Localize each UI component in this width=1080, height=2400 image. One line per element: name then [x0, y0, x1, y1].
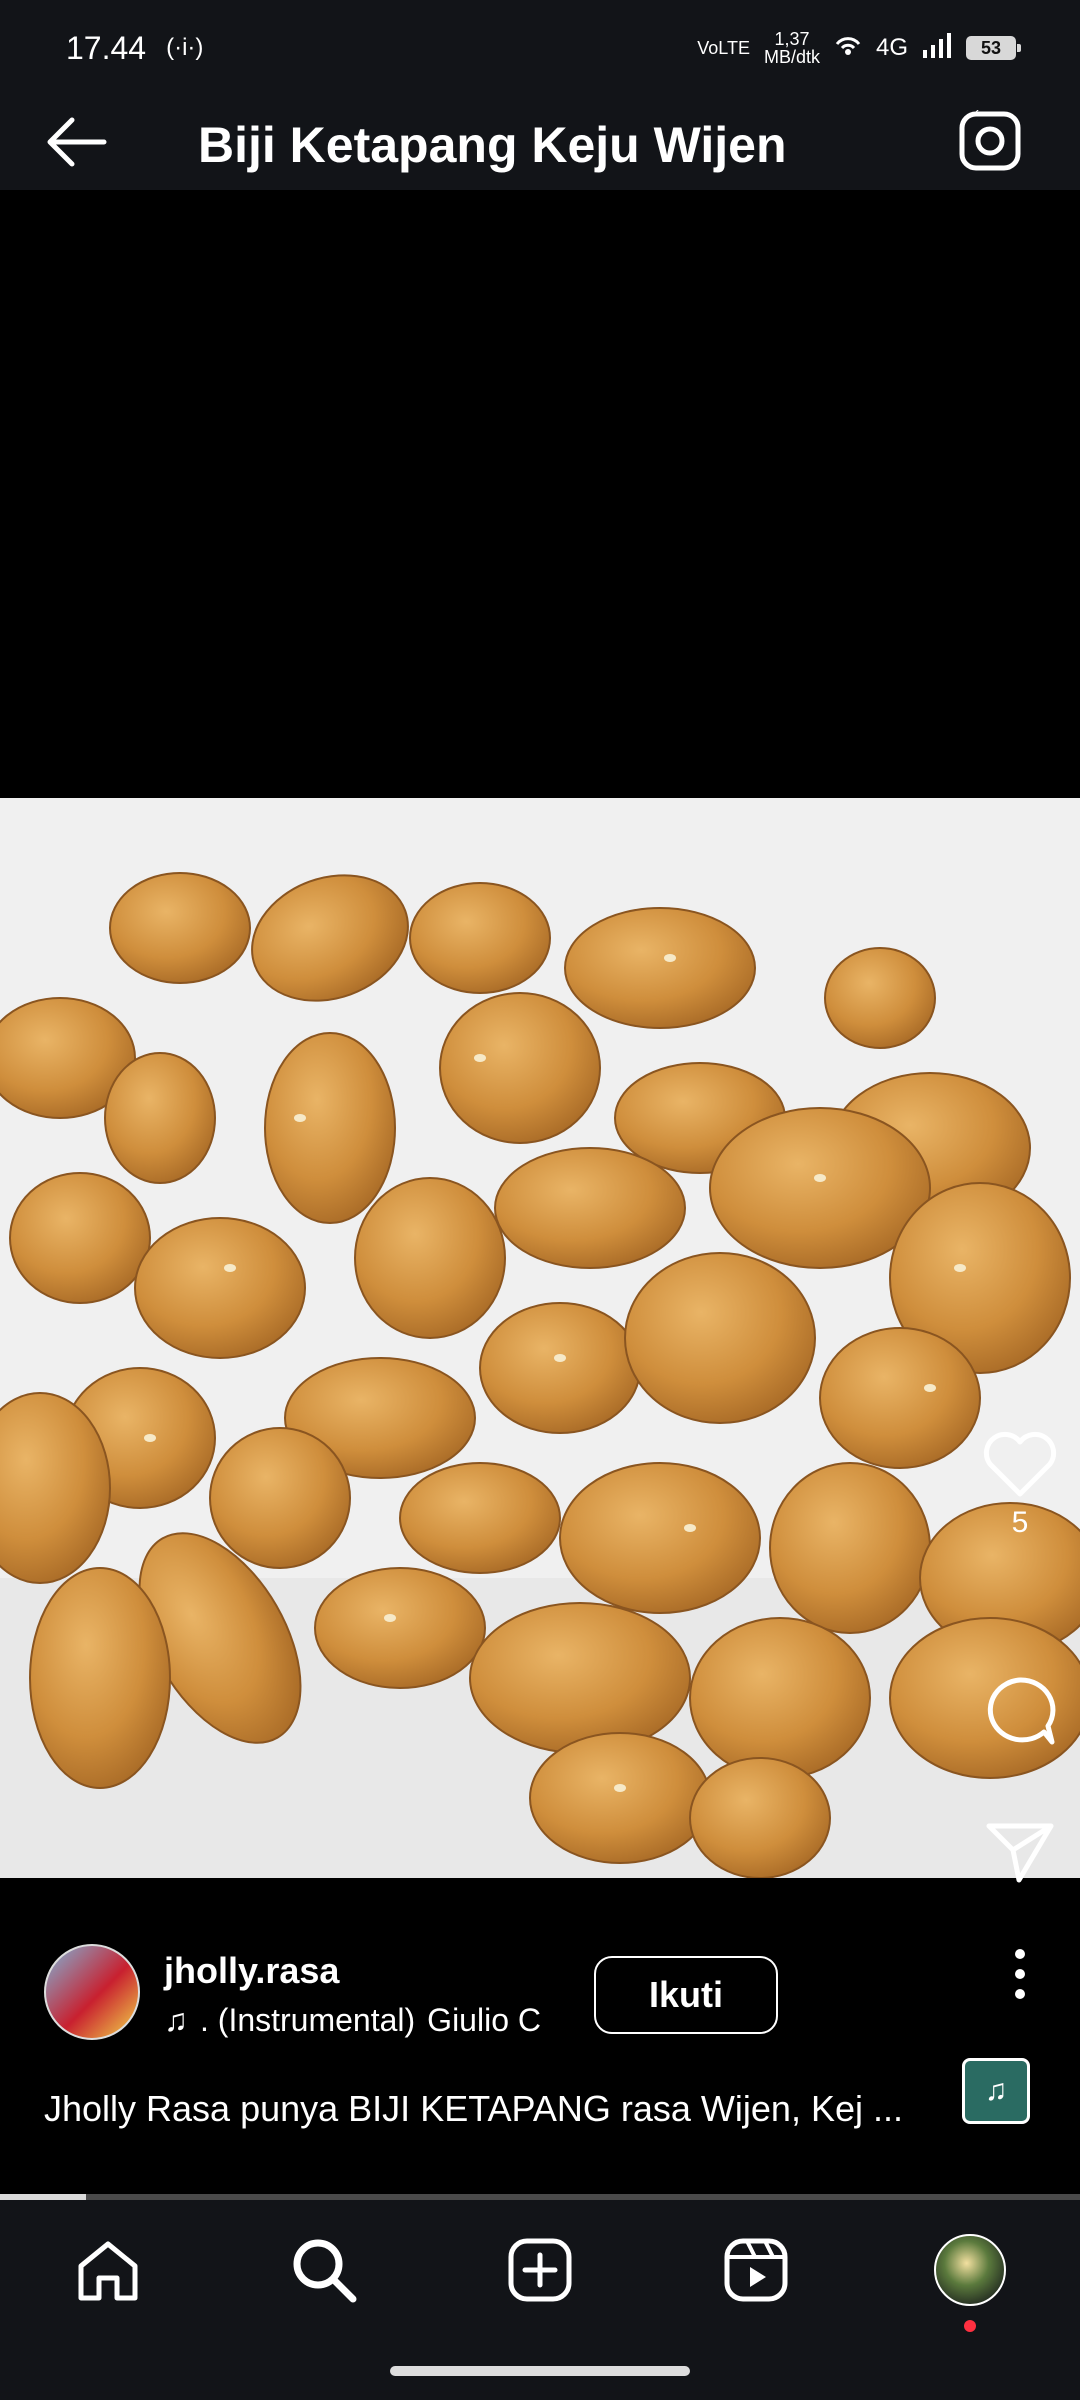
audio-title: . (Instrumental) — [200, 2002, 416, 2038]
creator-avatar[interactable] — [44, 1944, 140, 2040]
audio-info[interactable]: ♫ . (Instrumental) Giulio C — [164, 2002, 614, 2039]
status-bar: 17.44 (·i·) VoLTE 1,37 MB/dtk 4G 53 — [0, 0, 1080, 96]
comment-button[interactable] — [960, 1674, 1080, 1748]
creator-info: jholly.rasa ♫ . (Instrumental) Giulio C … — [44, 1944, 964, 2044]
top-bar: Biji Ketapang Keju Wijen — [0, 96, 1080, 190]
search-icon — [293, 2239, 357, 2303]
profile-avatar — [934, 2234, 1006, 2306]
music-note-icon: ♫ — [164, 2002, 188, 2038]
network-speed: 1,37 MB/dtk — [763, 29, 820, 67]
nav-search[interactable] — [286, 2232, 362, 2308]
share-icon — [986, 1823, 1054, 1883]
post-caption[interactable]: Jholly Rasa punya BIJI KETAPANG rasa Wij… — [44, 2088, 944, 2130]
audio-thumbnail[interactable]: ♫ — [962, 2058, 1030, 2124]
nav-reels[interactable] — [718, 2232, 794, 2308]
back-arrow-icon — [47, 117, 107, 167]
reels-icon — [724, 2238, 788, 2302]
creator-username[interactable]: jholly.rasa — [164, 1950, 339, 1992]
like-button[interactable]: 5 — [960, 1430, 1080, 1540]
more-options-button[interactable] — [960, 1948, 1080, 2000]
hotspot-icon: (·i·) — [166, 34, 204, 61]
more-icon — [1015, 1949, 1025, 1999]
camera-button[interactable] — [958, 107, 1024, 174]
nav-profile[interactable] — [932, 2232, 1008, 2332]
network-type: 4G — [875, 34, 908, 61]
page-title: Biji Ketapang Keju Wijen — [198, 117, 787, 173]
audio-artist: Giulio C — [427, 2002, 541, 2038]
heart-icon — [983, 1431, 1057, 1497]
battery-indicator: 53 — [966, 36, 1021, 60]
nav-create[interactable] — [502, 2232, 578, 2308]
status-time: 17.44 — [66, 29, 147, 66]
notification-dot — [964, 2320, 976, 2332]
add-icon — [508, 2238, 572, 2302]
post-image — [0, 798, 1080, 1878]
follow-button[interactable]: Ikuti — [594, 1956, 778, 2034]
music-note-icon: ♫ — [984, 2074, 1008, 2107]
like-count: 5 — [1011, 1506, 1029, 1539]
reel-video[interactable] — [0, 190, 1080, 2200]
wifi-icon — [834, 33, 862, 64]
home-indicator[interactable] — [390, 2366, 690, 2376]
camera-icon — [959, 107, 1021, 171]
signal-icon — [922, 32, 952, 65]
comment-icon — [987, 1677, 1056, 1745]
nav-home[interactable] — [70, 2232, 146, 2308]
home-icon — [78, 2241, 138, 2301]
back-button[interactable] — [44, 114, 108, 170]
share-button[interactable] — [960, 1820, 1080, 1884]
volte-indicator: VoLTE — [697, 38, 750, 58]
